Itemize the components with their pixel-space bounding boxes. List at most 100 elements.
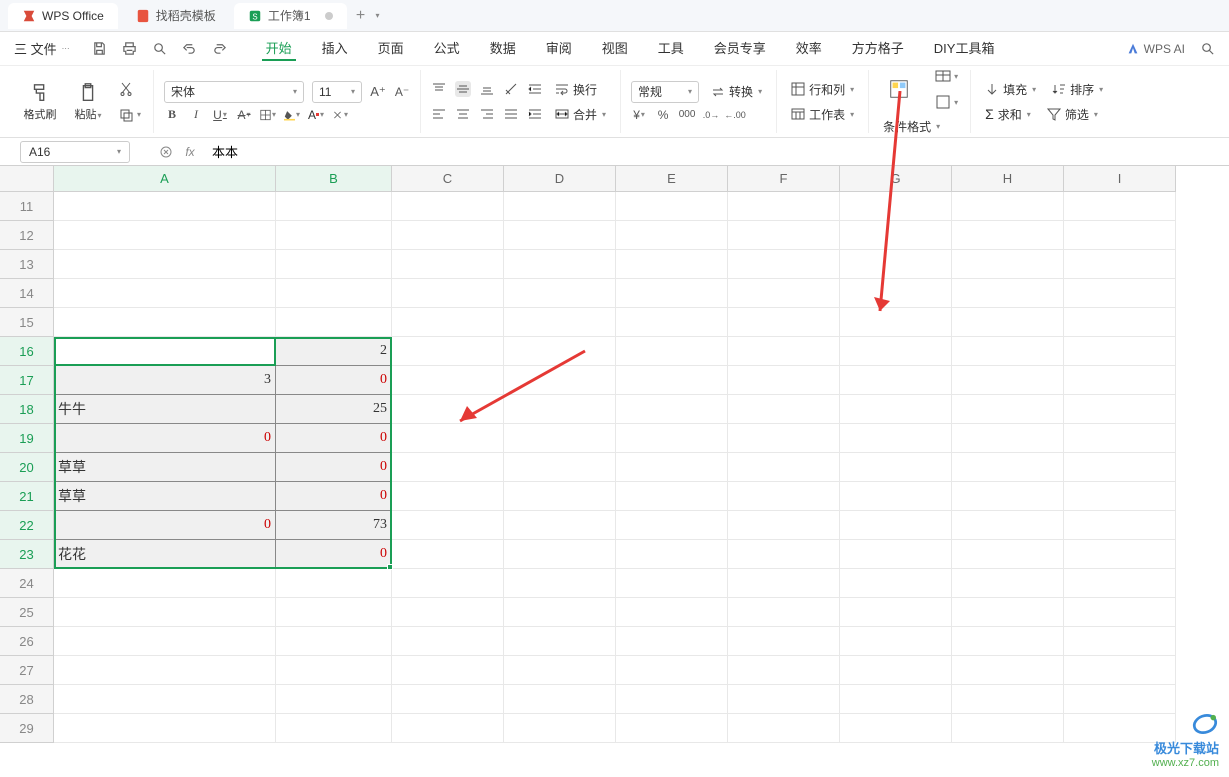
cell-E17[interactable] xyxy=(616,366,728,395)
cell-B23[interactable]: 0 xyxy=(276,540,392,569)
cell-E26[interactable] xyxy=(616,627,728,656)
cell-E16[interactable] xyxy=(616,337,728,366)
cell-C26[interactable] xyxy=(392,627,504,656)
cell-I21[interactable] xyxy=(1064,482,1176,511)
cell-H18[interactable] xyxy=(952,395,1064,424)
increase-font-icon[interactable]: A⁺ xyxy=(370,84,386,100)
cell-C20[interactable] xyxy=(392,453,504,482)
row-header-24[interactable]: 24 xyxy=(0,569,54,598)
cell-F22[interactable] xyxy=(728,511,840,540)
align-left-button[interactable] xyxy=(431,106,447,122)
sum-button[interactable]: Σ求和▾ xyxy=(981,104,1035,125)
cell-A27[interactable] xyxy=(54,656,276,685)
row-header-15[interactable]: 15 xyxy=(0,308,54,337)
cell-H26[interactable] xyxy=(952,627,1064,656)
number-format-select[interactable]: 常规▾ xyxy=(631,81,699,103)
cell-I20[interactable] xyxy=(1064,453,1176,482)
cell-B20[interactable]: 0 xyxy=(276,453,392,482)
cell-A21[interactable]: 草草 xyxy=(54,482,276,511)
fill-button[interactable]: 填充▾ xyxy=(981,79,1040,100)
cut-button[interactable] xyxy=(116,79,143,99)
row-header-28[interactable]: 28 xyxy=(0,685,54,714)
cell-E11[interactable] xyxy=(616,192,728,221)
cell-style-button[interactable]: ▾ xyxy=(933,92,960,112)
cell-G27[interactable] xyxy=(840,656,952,685)
cell-H12[interactable] xyxy=(952,221,1064,250)
cell-I22[interactable] xyxy=(1064,511,1176,540)
cell-G12[interactable] xyxy=(840,221,952,250)
cell-H22[interactable] xyxy=(952,511,1064,540)
cell-A28[interactable] xyxy=(54,685,276,714)
menu-tab-5[interactable]: 审阅 xyxy=(542,36,576,61)
tab-menu-dropdown[interactable]: ▾ xyxy=(376,11,380,20)
cell-D13[interactable] xyxy=(504,250,616,279)
col-header-G[interactable]: G xyxy=(840,166,952,192)
cell-A19[interactable]: 0 xyxy=(54,424,276,453)
cell-E22[interactable] xyxy=(616,511,728,540)
cell-B18[interactable]: 25 xyxy=(276,395,392,424)
preview-icon[interactable] xyxy=(152,41,168,57)
cell-E15[interactable] xyxy=(616,308,728,337)
menu-tab-2[interactable]: 页面 xyxy=(374,36,408,61)
wrap-text-button[interactable]: 换行 xyxy=(551,79,601,100)
cell-E20[interactable] xyxy=(616,453,728,482)
cell-D21[interactable] xyxy=(504,482,616,511)
cell-F29[interactable] xyxy=(728,714,840,743)
cell-C23[interactable] xyxy=(392,540,504,569)
cell-B28[interactable] xyxy=(276,685,392,714)
cell-A17[interactable]: 3 xyxy=(54,366,276,395)
cell-A13[interactable] xyxy=(54,250,276,279)
row-header-25[interactable]: 25 xyxy=(0,598,54,627)
filter-button[interactable]: 筛选▾ xyxy=(1043,104,1102,125)
cell-B15[interactable] xyxy=(276,308,392,337)
cell-B13[interactable] xyxy=(276,250,392,279)
cell-G24[interactable] xyxy=(840,569,952,598)
bold-button[interactable]: B xyxy=(164,107,180,123)
rowcol-button[interactable]: 行和列▾ xyxy=(787,79,858,100)
cell-C19[interactable] xyxy=(392,424,504,453)
format-painter-button[interactable]: 格式刷 xyxy=(20,82,60,122)
cell-H13[interactable] xyxy=(952,250,1064,279)
cell-F28[interactable] xyxy=(728,685,840,714)
select-all-corner[interactable] xyxy=(0,166,54,192)
cell-B27[interactable] xyxy=(276,656,392,685)
cell-A22[interactable]: 0 xyxy=(54,511,276,540)
cell-C12[interactable] xyxy=(392,221,504,250)
cell-E21[interactable] xyxy=(616,482,728,511)
cell-A25[interactable] xyxy=(54,598,276,627)
cell-G21[interactable] xyxy=(840,482,952,511)
cell-D18[interactable] xyxy=(504,395,616,424)
justify-button[interactable] xyxy=(503,106,519,122)
cell-G28[interactable] xyxy=(840,685,952,714)
row-header-19[interactable]: 19 xyxy=(0,424,54,453)
border-button[interactable]: ▾ xyxy=(260,107,276,123)
cell-H11[interactable] xyxy=(952,192,1064,221)
menu-tab-11[interactable]: DIY工具箱 xyxy=(930,36,999,61)
cell-C29[interactable] xyxy=(392,714,504,743)
align-top-button[interactable] xyxy=(431,81,447,97)
cell-B11[interactable] xyxy=(276,192,392,221)
font-family-select[interactable]: 宋体▾ xyxy=(164,81,304,103)
italic-button[interactable]: I xyxy=(188,107,204,123)
cell-B14[interactable] xyxy=(276,279,392,308)
cell-B26[interactable] xyxy=(276,627,392,656)
menu-tab-1[interactable]: 插入 xyxy=(318,36,352,61)
cell-G23[interactable] xyxy=(840,540,952,569)
cell-G18[interactable] xyxy=(840,395,952,424)
cell-G19[interactable] xyxy=(840,424,952,453)
formula-input[interactable] xyxy=(206,141,1209,163)
cell-I26[interactable] xyxy=(1064,627,1176,656)
sort-button[interactable]: 排序▾ xyxy=(1048,79,1107,100)
row-header-17[interactable]: 17 xyxy=(0,366,54,395)
cell-I28[interactable] xyxy=(1064,685,1176,714)
col-header-C[interactable]: C xyxy=(392,166,504,192)
cell-E29[interactable] xyxy=(616,714,728,743)
decrease-decimal-button[interactable]: .0→ xyxy=(703,107,719,123)
align-right-button[interactable] xyxy=(479,106,495,122)
cell-F19[interactable] xyxy=(728,424,840,453)
cell-C11[interactable] xyxy=(392,192,504,221)
tab-template[interactable]: 找稻壳模板 xyxy=(122,3,230,29)
cell-G15[interactable] xyxy=(840,308,952,337)
cell-B25[interactable] xyxy=(276,598,392,627)
col-header-A[interactable]: A xyxy=(54,166,276,192)
